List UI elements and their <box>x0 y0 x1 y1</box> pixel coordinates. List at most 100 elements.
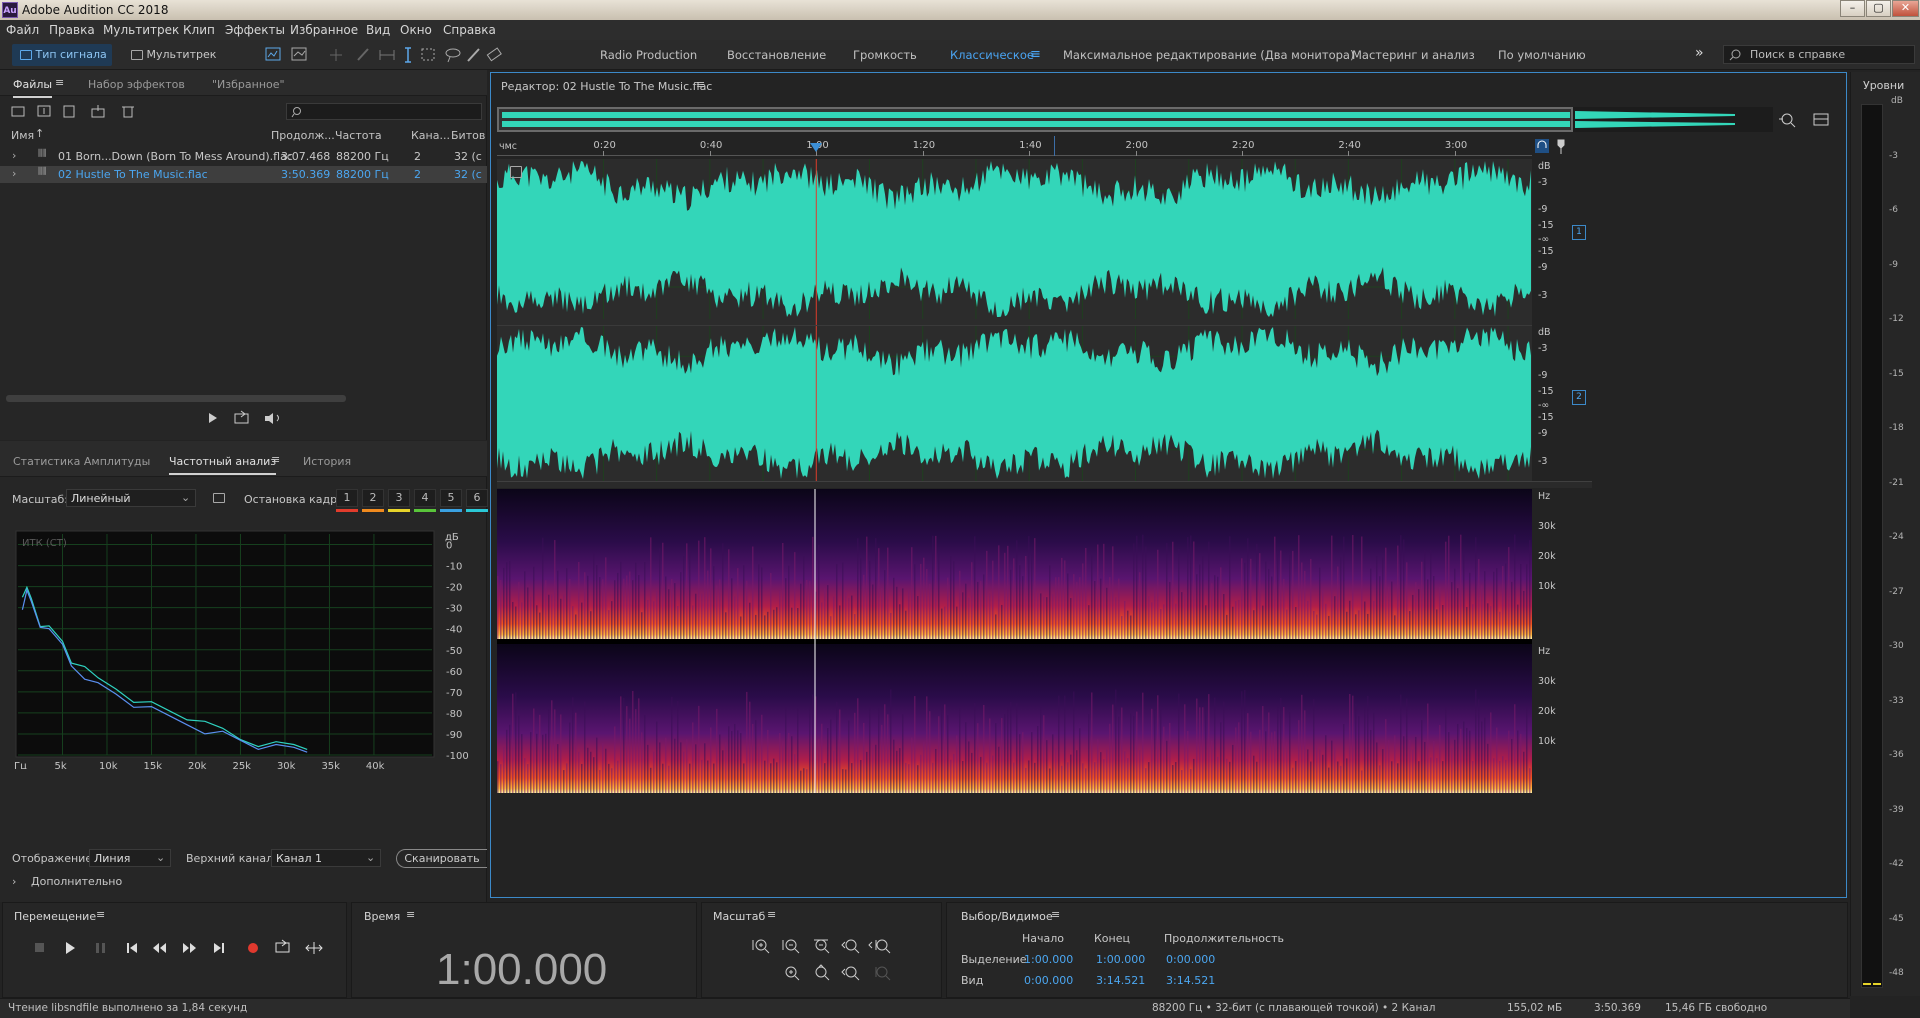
menu-help[interactable]: Справка <box>443 23 496 37</box>
zoom-out-full-icon[interactable] <box>1779 113 1796 128</box>
play-icon[interactable] <box>66 942 75 954</box>
menu-favorites[interactable]: Избранное <box>290 23 358 37</box>
go-to-start-icon[interactable] <box>127 943 137 953</box>
headphones-icon[interactable] <box>1535 139 1549 153</box>
freeze-slot-button[interactable]: 3 <box>388 489 410 507</box>
zoom-reset-icon[interactable] <box>875 966 891 981</box>
menu-view[interactable]: Вид <box>366 23 390 37</box>
menu-file[interactable]: Файл <box>6 23 39 37</box>
zoom-out-full-icon[interactable] <box>785 966 800 981</box>
razor-tool-icon[interactable] <box>357 48 369 61</box>
spectral-resize-handle[interactable] <box>497 481 1592 488</box>
col-rate[interactable]: Частота <box>335 129 382 142</box>
tab-favorites[interactable]: "Избранное" <box>212 78 285 91</box>
zoom-to-end-icon[interactable] <box>841 966 860 981</box>
current-time-display[interactable]: 1:00.000 <box>436 945 607 995</box>
freeze-slot-button[interactable]: 1 <box>336 489 358 507</box>
freeze-slot-button[interactable]: 5 <box>440 489 462 507</box>
freeze-slot-button[interactable]: 4 <box>414 489 436 507</box>
zoom-selection-icon[interactable] <box>868 939 891 954</box>
auto-play-icon[interactable] <box>265 413 279 424</box>
expand-chevron-icon[interactable]: › <box>12 149 16 162</box>
col-channels[interactable]: Кана... <box>411 129 450 142</box>
spectral-display[interactable] <box>497 489 1532 793</box>
freeze-slot-button[interactable]: 2 <box>362 489 384 507</box>
fast-forward-icon[interactable] <box>183 943 196 953</box>
zoom-out-amplitude-icon[interactable] <box>782 939 800 954</box>
zoom-to-start-icon[interactable] <box>815 964 830 981</box>
tab-effects-rack[interactable]: Набор эффектов <box>88 78 185 91</box>
view-start[interactable]: 0:00.000 <box>1024 974 1073 987</box>
skip-selection-icon[interactable] <box>305 942 323 954</box>
tab-history[interactable]: История <box>303 455 351 468</box>
insert-icon[interactable] <box>91 105 105 118</box>
marker-icon[interactable] <box>1557 139 1565 154</box>
workspace-radio[interactable]: Radio Production <box>600 48 697 62</box>
go-to-end-icon[interactable] <box>214 943 224 953</box>
view-duration[interactable]: 3:14.521 <box>1166 974 1215 987</box>
files-panel-menu-icon[interactable]: ≡ <box>55 76 64 89</box>
col-duration[interactable]: Продолж... <box>271 129 335 142</box>
workspace-default[interactable]: По умолчанию <box>1498 48 1586 62</box>
workspace-mastering[interactable]: Мастеринг и анализ <box>1352 48 1475 62</box>
selection-menu-icon[interactable]: ≡ <box>1051 908 1060 921</box>
freeze-slot-button[interactable]: 6 <box>466 489 488 507</box>
horizontal-scrollbar[interactable] <box>6 395 346 402</box>
channel-1-badge[interactable]: 1 <box>1572 225 1586 240</box>
hud-toggle-icon[interactable] <box>510 166 522 178</box>
help-search-input[interactable]: Поиск в справке <box>1723 45 1915 64</box>
time-selection-tool-icon[interactable] <box>405 47 411 63</box>
spot-healing-icon[interactable] <box>486 47 502 62</box>
zoom-in-time-icon[interactable] <box>814 939 830 954</box>
table-row[interactable]: › ⫼⫼ 01 Born...Down (Born To Mess Around… <box>0 148 487 164</box>
move-tool-icon[interactable] <box>330 49 342 61</box>
close-button[interactable]: ✕ <box>1892 0 1919 17</box>
selection-end[interactable]: 1:00.000 <box>1096 953 1145 966</box>
tab-amplitude-stats[interactable]: Статистика Амплитуды <box>13 455 150 468</box>
multitrack-view-button[interactable]: Мультитрек <box>125 44 216 66</box>
minimize-button[interactable]: – <box>1840 0 1865 17</box>
scale-dropdown[interactable]: Линейный ⌄ <box>66 489 196 507</box>
open-file-icon[interactable] <box>11 106 25 117</box>
workspace-menu-icon[interactable]: ≡ <box>1030 47 1041 62</box>
workspace-loudness[interactable]: Громкость <box>853 48 917 62</box>
channel-2-badge[interactable]: 2 <box>1572 390 1586 405</box>
menu-multitrack[interactable]: Мультитрек <box>103 23 179 37</box>
zoom-menu-icon[interactable]: ≡ <box>767 908 776 921</box>
col-name[interactable]: Имя <box>11 129 34 142</box>
display-dropdown[interactable]: Линия ⌄ <box>89 849 171 867</box>
advanced-label[interactable]: Дополнительно <box>31 875 122 888</box>
zoom-out-time-icon[interactable] <box>841 939 860 954</box>
pause-icon[interactable] <box>96 943 105 953</box>
col-bits[interactable]: Битов <box>451 129 485 142</box>
menu-edit[interactable]: Правка <box>49 23 95 37</box>
new-file-icon[interactable] <box>63 105 75 118</box>
scan-button[interactable]: Сканировать <box>396 849 487 868</box>
advanced-chevron-icon[interactable]: › <box>12 875 16 888</box>
tab-frequency-analysis[interactable]: Частотный анализ <box>169 455 277 475</box>
stop-icon[interactable] <box>35 943 44 952</box>
freeze-frame-icon[interactable] <box>213 493 225 503</box>
delete-icon[interactable] <box>122 106 134 118</box>
timeline-ruler[interactable]: чмс 0:20 0:40 1:00 1:20 1:40 2:00 2:20 2:40 3:00 <box>497 136 1532 156</box>
zoom-in-amplitude-icon[interactable] <box>752 939 770 954</box>
top-channel-dropdown[interactable]: Канал 1 ⌄ <box>271 849 381 867</box>
waveform-display[interactable] <box>497 159 1532 481</box>
lasso-tool-icon[interactable] <box>445 48 461 63</box>
workspace-classic[interactable]: Классическое <box>950 48 1034 62</box>
track-height-icon[interactable] <box>1813 113 1829 126</box>
loop-icon[interactable] <box>275 939 290 953</box>
selection-start[interactable]: 1:00.000 <box>1024 953 1073 966</box>
analysis-menu-icon[interactable]: ≡ <box>271 453 280 466</box>
menu-window[interactable]: Окно <box>400 23 432 37</box>
overview-navigator[interactable] <box>497 107 1773 132</box>
marquee-tool-icon[interactable] <box>421 48 435 61</box>
time-menu-icon[interactable]: ≡ <box>406 908 415 921</box>
brush-tool-icon[interactable] <box>467 48 480 62</box>
view-end[interactable]: 3:14.521 <box>1096 974 1145 987</box>
workspace-restoration[interactable]: Восстановление <box>727 48 826 62</box>
record-icon[interactable] <box>248 943 258 953</box>
pitch-display-icon[interactable] <box>291 47 307 61</box>
tab-files[interactable]: Файлы <box>13 78 53 98</box>
expand-chevron-icon[interactable]: › <box>12 167 16 180</box>
